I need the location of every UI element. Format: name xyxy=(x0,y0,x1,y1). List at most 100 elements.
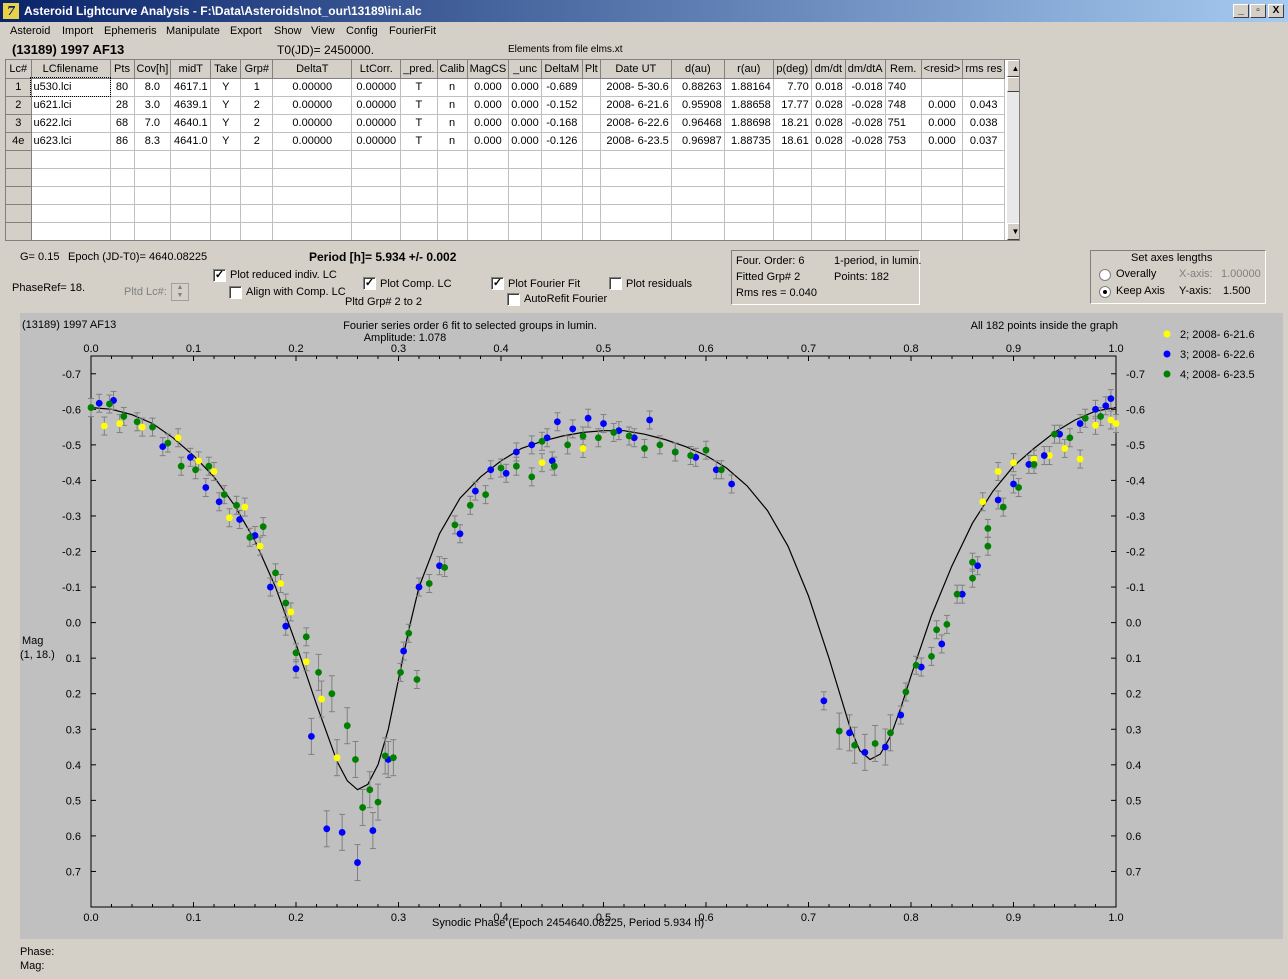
data-point xyxy=(374,798,382,806)
chart-title-center: Fourier series order 6 fit to selected g… xyxy=(343,320,597,332)
data-point xyxy=(397,668,404,676)
lightcurve-chart[interactable]: (13189) 1997 AF13 Fourier series order 6… xyxy=(0,0,1288,979)
data-point xyxy=(594,434,602,442)
x-tick-label-top: 0.5 xyxy=(596,343,611,355)
x-tick-label-top: 0.8 xyxy=(903,343,918,355)
data-point xyxy=(87,404,95,411)
data-point xyxy=(999,503,1007,511)
data-point xyxy=(564,441,572,449)
data-point xyxy=(1097,413,1105,420)
chart-title-left: (13189) 1997 AF13 xyxy=(22,319,116,331)
data-point xyxy=(138,423,146,431)
y-tick-label-right: 0.4 xyxy=(1126,760,1141,772)
data-point xyxy=(1051,430,1058,438)
data-point xyxy=(354,859,361,866)
data-point xyxy=(405,629,413,637)
data-point xyxy=(164,439,172,447)
data-point xyxy=(352,756,359,763)
y-tick-label: -0.5 xyxy=(62,440,81,452)
y-tick-label-right: -0.4 xyxy=(1126,475,1145,487)
data-point xyxy=(702,446,710,454)
data-point xyxy=(338,828,346,836)
y-tick-label: -0.1 xyxy=(62,582,81,594)
data-point xyxy=(625,432,633,440)
data-point xyxy=(502,469,510,477)
data-point xyxy=(302,633,310,641)
data-point xyxy=(100,422,108,430)
data-point xyxy=(979,498,987,506)
data-point xyxy=(95,399,103,407)
data-point xyxy=(292,665,300,673)
data-point xyxy=(953,590,961,598)
data-point xyxy=(717,466,725,474)
data-point xyxy=(1081,414,1089,422)
y-tick-label-right: 0.6 xyxy=(1126,831,1141,843)
data-point xyxy=(912,661,920,669)
y-tick-label-right: -0.2 xyxy=(1126,547,1145,559)
y-tick-label: 0.2 xyxy=(66,689,81,701)
data-point xyxy=(174,434,182,442)
data-point xyxy=(233,501,240,509)
y-axis-title: Mag xyxy=(22,635,43,647)
data-point xyxy=(1092,405,1099,413)
data-point xyxy=(425,580,433,587)
y-tick-label-right: -0.3 xyxy=(1126,511,1145,523)
data-point xyxy=(994,468,1002,475)
data-point xyxy=(413,676,421,683)
data-point xyxy=(984,525,992,532)
data-point xyxy=(366,786,374,794)
data-point xyxy=(846,729,853,737)
data-point xyxy=(820,697,828,705)
data-point xyxy=(969,574,976,582)
data-point xyxy=(1061,445,1069,452)
data-point xyxy=(933,626,941,634)
data-point xyxy=(272,569,279,577)
x-tick-label: 0.3 xyxy=(391,912,406,924)
data-point xyxy=(871,740,879,747)
data-point xyxy=(610,429,618,436)
data-point xyxy=(210,468,218,475)
x-tick-label: 0.1 xyxy=(186,912,201,924)
x-tick-label: 1.0 xyxy=(1108,912,1123,924)
data-point xyxy=(292,649,300,657)
app-window: 7 Asteroid Lightcurve Analysis - F:\Data… xyxy=(0,0,1288,979)
x-tick-label-top: 0.7 xyxy=(801,343,816,355)
data-point xyxy=(343,722,351,730)
data-point xyxy=(236,516,244,523)
data-point xyxy=(528,473,536,481)
legend-label: 4; 2008- 6-23.5 xyxy=(1180,369,1255,381)
status-phase: Phase: xyxy=(20,946,55,958)
data-point xyxy=(359,804,367,811)
x-tick-label-top: 0.4 xyxy=(493,343,508,355)
y-tick-label-right: 0.7 xyxy=(1126,866,1141,878)
data-point xyxy=(728,480,736,488)
data-point xyxy=(538,437,546,445)
y-axis-subtitle: (1, 18.) xyxy=(20,649,55,661)
y-tick-label: 0.1 xyxy=(66,653,81,665)
data-point xyxy=(441,564,449,571)
chart-title-right: All 182 points inside the graph xyxy=(971,320,1118,332)
data-point xyxy=(641,445,648,452)
data-point xyxy=(1112,420,1120,427)
data-point xyxy=(579,445,587,452)
y-tick-label-right: 0.2 xyxy=(1126,689,1141,701)
y-tick-label: -0.6 xyxy=(62,404,81,416)
data-point xyxy=(195,457,203,465)
data-point xyxy=(687,452,695,459)
data-point xyxy=(861,748,869,756)
x-tick-label: 0.4 xyxy=(493,912,508,924)
x-tick-label: 0.8 xyxy=(903,912,918,924)
data-point xyxy=(487,466,495,474)
data-point xyxy=(851,741,859,749)
data-point xyxy=(902,688,910,696)
x-axis-title: Synodic Phase (Epoch 2454640.08225, Peri… xyxy=(432,917,704,929)
data-point xyxy=(969,558,976,566)
data-point xyxy=(120,413,128,420)
data-point xyxy=(579,432,587,440)
data-point xyxy=(187,453,194,461)
y-tick-label: -0.7 xyxy=(62,369,81,381)
data-point xyxy=(106,400,113,408)
data-point xyxy=(277,580,285,587)
data-point xyxy=(1040,452,1048,459)
data-point xyxy=(928,652,935,660)
